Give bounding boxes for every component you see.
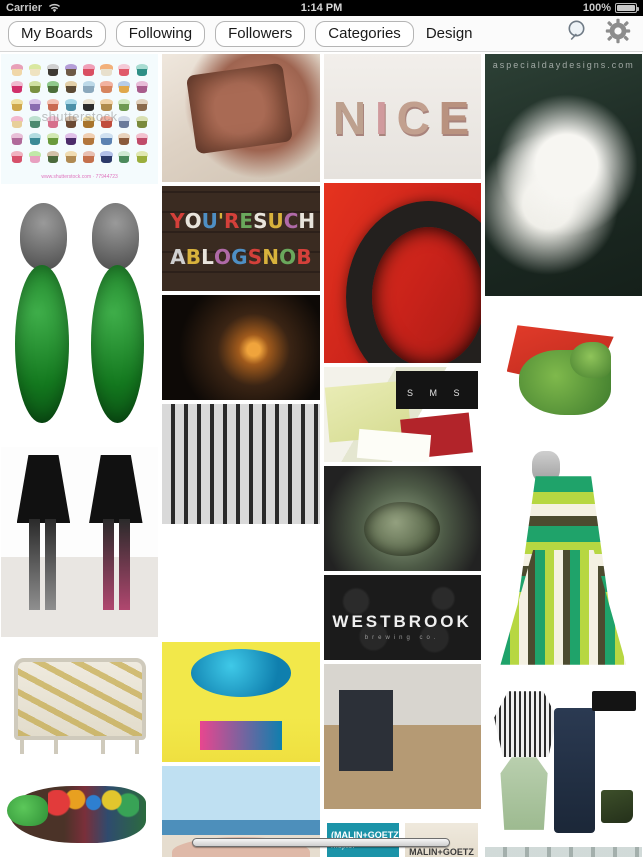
pin-image <box>162 295 320 400</box>
pin-modern-loft-fireplace[interactable] <box>323 664 481 809</box>
pin-image <box>162 54 320 182</box>
pin-blue-jellyfish-sculpture[interactable] <box>162 642 320 762</box>
search-icon[interactable] <box>565 18 591 49</box>
pin-column-2: Y O U ' R E SUCH A BLOG SNOB <box>162 54 320 857</box>
pin-image <box>484 444 642 674</box>
pin-image <box>323 664 481 809</box>
status-bar-clock: 1:14 PM <box>300 2 343 14</box>
status-bar: Carrier 1:14 PM 100% <box>0 0 643 16</box>
top-bar-actions <box>565 18 635 49</box>
pin-image <box>1 447 159 637</box>
pin-snake-wreath-red-door[interactable] <box>323 183 481 363</box>
wifi-icon <box>48 3 61 13</box>
pin-lipstick-and-lips-collage[interactable] <box>162 528 320 638</box>
pin-image <box>323 183 481 363</box>
pin-image: shutterstock www.shutterstock.com · 7794… <box>1 54 159 184</box>
status-bar-left: Carrier <box>6 2 61 14</box>
pin-grid[interactable]: shutterstock www.shutterstock.com · 7794… <box>0 52 643 857</box>
pin-glass-facade-building[interactable] <box>484 847 642 857</box>
watermark-url-label: www.shutterstock.com · 77944723 <box>41 174 118 180</box>
pin-malin-goetz-mojito-candle[interactable]: (MALIN+GOETZ) mojito. MALIN+GOETZ <box>323 813 481 857</box>
pin-image <box>1 641 159 759</box>
gear-icon[interactable] <box>605 18 631 49</box>
pin-column-4: aspecialdaydesigns.com <box>484 54 642 857</box>
watermark-label: shutterstock <box>41 108 118 124</box>
pin-bronze-medallion-necklace[interactable] <box>323 466 481 571</box>
pin-lantern-night-glow[interactable] <box>162 295 320 400</box>
battery-percent-label: 100% <box>582 2 611 14</box>
pin-column-3: NICE S M S WESTBROOK brewing co. (MALIN+… <box>323 54 481 857</box>
tab-design[interactable]: Design <box>424 21 475 46</box>
pin-image <box>484 847 642 857</box>
pin-black-white-maze-wall[interactable] <box>162 404 320 524</box>
tab-following[interactable]: Following <box>115 20 206 47</box>
pin-green-chandelier-earrings[interactable] <box>1 188 159 443</box>
pin-image: Y O U ' R E SUCH A BLOG SNOB <box>162 186 320 291</box>
malin-jar-label: MALIN+GOETZ <box>409 847 474 857</box>
westbrook-subtitle-label: brewing co. <box>364 635 440 642</box>
pin-image: WESTBROOK brewing co. <box>323 575 481 660</box>
pin-gold-pattern-settee[interactable] <box>1 641 159 759</box>
tab-my-boards[interactable]: My Boards <box>8 20 106 47</box>
pin-column-1: shutterstock www.shutterstock.com · 7794… <box>1 54 159 857</box>
carrier-label: Carrier <box>6 2 43 14</box>
pin-image: S M S <box>323 367 481 462</box>
pin-image <box>323 466 481 571</box>
tab-categories[interactable]: Categories <box>315 20 414 47</box>
pin-accessory-chameleon[interactable] <box>1 763 159 857</box>
snob-line-2: A BLOG SNOB <box>170 244 312 269</box>
pin-green-striped-sundress[interactable] <box>484 444 642 674</box>
pin-westbrook-brewing-chalkboard[interactable]: WESTBROOK brewing co. <box>323 575 481 660</box>
pin-dinosaur-superhero-illustration[interactable] <box>484 300 642 440</box>
pin-coral-throw-pillow[interactable] <box>162 54 320 182</box>
pin-image: (MALIN+GOETZ) mojito. MALIN+GOETZ <box>323 813 481 857</box>
status-bar-right: 100% <box>582 2 639 14</box>
sms-label: S M S <box>406 388 467 399</box>
pin-black-skirts-tights-legs[interactable] <box>1 447 159 637</box>
pin-cupcake-icon-set[interactable]: shutterstock www.shutterstock.com · 7794… <box>1 54 159 184</box>
pin-image <box>162 642 320 762</box>
pin-image: aspecialdaydesigns.com <box>484 54 642 296</box>
snob-line-1: Y O U ' R E SUCH <box>170 209 316 234</box>
pin-striped-blazer-outfit-collage[interactable] <box>484 678 642 843</box>
pin-blog-snob-letters[interactable]: Y O U ' R E SUCH A BLOG SNOB <box>162 186 320 291</box>
pin-image <box>484 300 642 440</box>
pin-nice-wafer-letters[interactable]: NICE <box>323 54 481 179</box>
top-navigation-bar: My Boards Following Followers Categories… <box>0 16 643 52</box>
pin-image <box>162 404 320 524</box>
horizontal-scroll-indicator[interactable] <box>192 838 450 847</box>
nice-letters-label: NICE <box>332 91 472 144</box>
pin-image <box>484 678 642 843</box>
battery-full-icon <box>615 3 639 13</box>
pin-image <box>162 528 320 638</box>
tab-followers[interactable]: Followers <box>215 20 306 47</box>
pin-image <box>1 188 159 443</box>
westbrook-title-label: WESTBROOK <box>332 612 472 632</box>
pin-sms-stationery-set[interactable]: S M S <box>323 367 481 462</box>
bouquet-watermark-label: aspecialdaydesigns.com <box>492 60 635 70</box>
pin-white-bridal-bouquet[interactable]: aspecialdaydesigns.com <box>484 54 642 296</box>
pin-image <box>1 763 159 857</box>
pin-image: NICE <box>323 54 481 179</box>
